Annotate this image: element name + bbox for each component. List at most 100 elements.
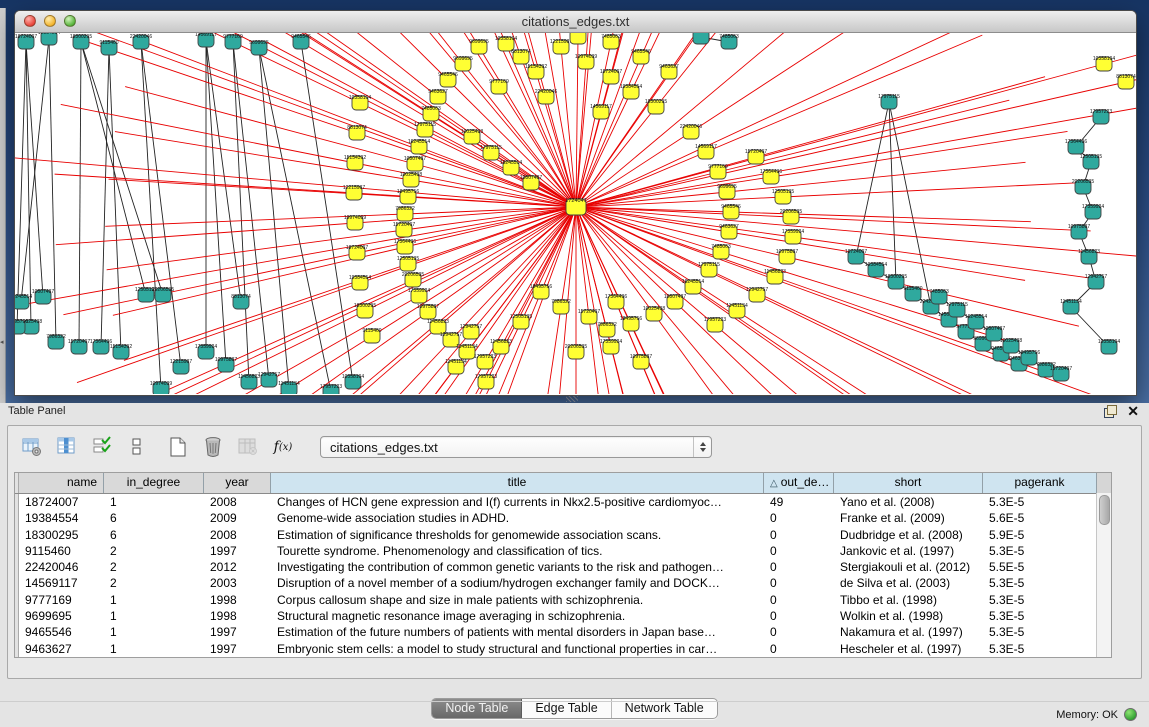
network-node[interactable]: 7986322 (395, 206, 415, 221)
table-row[interactable]: 2242004622012Investigating the contribut… (15, 559, 1111, 575)
table-cell[interactable]: 1 (104, 494, 204, 510)
network-node[interactable]: 19384554 (349, 275, 371, 290)
table-cell[interactable]: Tibbo et al. (1998) (834, 592, 983, 608)
table-cell[interactable]: Changes of HCN gene expression and I(f) … (271, 494, 764, 510)
table-cell[interactable]: 0 (764, 608, 834, 624)
network-window-titlebar[interactable]: citations_edges.txt (15, 11, 1136, 33)
network-node[interactable]: 10358104 (342, 374, 364, 389)
scrollbar-thumb[interactable] (1099, 495, 1110, 525)
table-settings-icon[interactable] (20, 435, 44, 459)
select-rows-icon[interactable] (90, 435, 114, 459)
network-node[interactable]: 10025438 (461, 129, 483, 144)
network-node[interactable]: 16245514 (500, 160, 522, 175)
network-node[interactable]: 7485063 (601, 34, 621, 49)
network-node[interactable]: 10358104 (349, 95, 371, 110)
network-node[interactable]: 1724047 (565, 198, 586, 215)
network-node[interactable]: 7485063 (719, 34, 739, 49)
table-cell[interactable]: 1 (104, 592, 204, 608)
table-cell[interactable]: 2 (104, 575, 204, 591)
network-node[interactable]: 10974039 (150, 381, 172, 394)
network-node[interactable]: 8813074 (1116, 74, 1136, 89)
network-node[interactable]: 7986322 (46, 334, 66, 349)
network-node[interactable]: 11456823 (238, 374, 260, 389)
table-cell[interactable]: 2003 (204, 575, 271, 591)
table-cell[interactable]: 1997 (204, 624, 271, 640)
table-cell[interactable]: Nakamura et al. (1997) (834, 624, 983, 640)
table-row[interactable]: 946554611997Estimation of the future num… (15, 624, 1111, 640)
network-node[interactable]: 15154392 (110, 344, 132, 359)
split-resize-grip[interactable] (566, 395, 578, 402)
table-cell[interactable]: 18300295 (19, 527, 104, 543)
column-header-year[interactable]: year (204, 473, 271, 493)
table-row[interactable]: 911546021997Tourette syndrome. Phenomeno… (15, 543, 1111, 559)
table-row[interactable]: 969969511998Structural magnetic resonanc… (15, 608, 1111, 624)
network-node[interactable]: 10807487 (32, 289, 54, 304)
table-cell[interactable]: 0 (764, 510, 834, 526)
table-cell[interactable]: 2008 (204, 527, 271, 543)
network-node[interactable]: 17364436 (760, 169, 782, 184)
network-node[interactable]: 7986322 (551, 299, 571, 314)
table-cell[interactable]: 2 (104, 543, 204, 559)
table-cell[interactable]: 1 (104, 624, 204, 640)
network-node[interactable]: 10025438 (400, 172, 422, 187)
network-node[interactable]: 10025438 (643, 306, 665, 321)
network-node[interactable]: 9465546 (721, 204, 741, 219)
network-node[interactable]: 9463627 (428, 89, 448, 104)
table-cell[interactable]: 49 (764, 494, 834, 510)
combo-stepper-icon[interactable] (693, 437, 711, 457)
table-cell[interactable]: 5.3E-5 (983, 494, 1097, 510)
network-node[interactable]: 17364436 (1065, 139, 1087, 154)
network-node[interactable]: 10975887 (215, 357, 237, 372)
table-cell[interactable]: 0 (764, 624, 834, 640)
table-row[interactable]: 1938455462009Genome-wide association stu… (15, 510, 1111, 526)
table-row[interactable]: 1830029562008Estimation of significance … (15, 527, 1111, 543)
table-cell[interactable]: 14569117 (19, 575, 104, 591)
table-cell[interactable]: 1997 (204, 641, 271, 657)
network-node[interactable]: 15720407 (393, 222, 415, 237)
network-node[interactable]: 17364436 (394, 239, 416, 254)
table-cell[interactable]: Tourette syndrome. Phenomenology and cla… (271, 543, 764, 559)
table-cell[interactable]: Dudbridge et al. (2008) (834, 527, 983, 543)
table-cell[interactable]: 9699695 (19, 608, 104, 624)
network-node[interactable]: 9463627 (719, 224, 739, 239)
network-node[interactable]: 12505135 (397, 256, 419, 271)
table-cell[interactable]: 5.9E-5 (983, 527, 1097, 543)
network-node[interactable]: 17359924 (1082, 204, 1104, 219)
network-node[interactable]: 17957223 (1090, 109, 1112, 124)
network-node[interactable]: 9777169 (708, 164, 728, 179)
network-node[interactable]: 18495756 (397, 189, 419, 204)
network-node[interactable]: 10975887 (630, 354, 652, 369)
table-cell[interactable]: Wolkin et al. (1998) (834, 608, 983, 624)
network-node[interactable]: 12215987 (550, 39, 572, 54)
table-cell[interactable]: Structural magnetic resonance image aver… (271, 608, 764, 624)
create-table-icon[interactable] (166, 435, 190, 459)
network-node[interactable]: 12505135 (510, 314, 532, 329)
table-cell[interactable]: Disruption of a novel member of a sodium… (271, 575, 764, 591)
network-node[interactable]: 8813074 (231, 294, 251, 309)
network-node[interactable]: 9465546 (631, 49, 651, 64)
network-node[interactable]: 17957223 (474, 354, 496, 369)
network-node[interactable]: 15720407 (68, 339, 90, 354)
network-node[interactable]: 9699695 (469, 39, 489, 54)
table-row[interactable]: 1456911722003Disruption of a novel membe… (15, 575, 1111, 591)
table-cell[interactable]: 0 (764, 641, 834, 657)
table-cell[interactable]: Hescheler et al. (1997) (834, 641, 983, 657)
network-node[interactable]: 16245514 (408, 139, 430, 154)
network-node[interactable]: 9115460 (568, 33, 587, 44)
network-node[interactable]: 17359924 (408, 288, 430, 303)
panel-expand-arrow-icon[interactable]: ◂ (0, 338, 4, 346)
network-node[interactable]: 9115460 (99, 40, 118, 55)
table-cell[interactable]: de Silva et al. (2003) (834, 575, 983, 591)
network-node[interactable]: 10975887 (776, 249, 798, 264)
network-node[interactable]: 7986322 (597, 322, 617, 337)
network-node[interactable]: 17364436 (605, 294, 627, 309)
table-row[interactable]: 1872400712008Changes of HCN gene express… (15, 494, 1111, 510)
table-cell[interactable]: 9465546 (19, 624, 104, 640)
network-node[interactable]: 12942757 (746, 287, 768, 302)
network-node[interactable]: 12505135 (1080, 154, 1102, 169)
function-builder-icon[interactable]: f(x) (271, 435, 295, 459)
network-node[interactable]: 17359924 (782, 229, 804, 244)
network-node[interactable]: 19384554 (620, 84, 642, 99)
network-node[interactable]: 18300295 (70, 34, 92, 49)
network-node[interactable]: 15154392 (525, 64, 547, 79)
